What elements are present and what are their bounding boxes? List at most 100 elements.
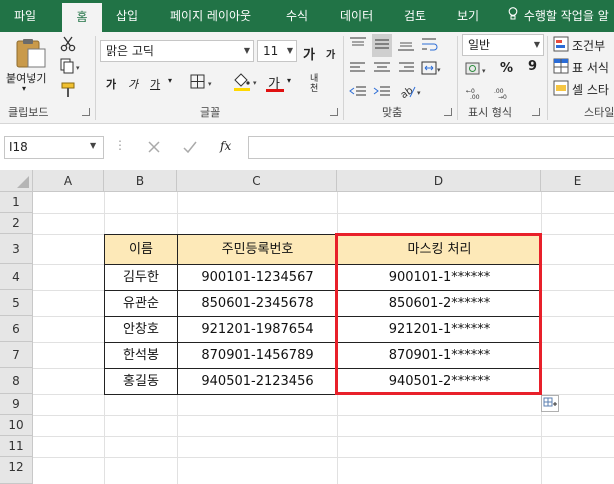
enter-check-icon[interactable] xyxy=(182,139,198,158)
row-header[interactable]: 6 xyxy=(0,316,33,342)
row-header[interactable]: 10 xyxy=(0,415,33,436)
table-cell-rrn[interactable]: 940501-2123456 xyxy=(177,368,338,395)
align-left-icon[interactable] xyxy=(348,60,368,79)
underline-button[interactable]: 가 xyxy=(150,76,160,92)
row-header[interactable]: 3 xyxy=(0,234,33,264)
table-cell-name[interactable]: 홍길동 xyxy=(104,368,178,395)
tell-me-search[interactable]: 수행할 작업을 알 xyxy=(508,0,609,32)
svg-text:ab: ab xyxy=(399,85,416,100)
align-center-icon[interactable] xyxy=(372,60,392,79)
row-header[interactable]: 11 xyxy=(0,436,33,457)
row-header[interactable]: 4 xyxy=(0,264,33,290)
align-bottom-icon[interactable] xyxy=(396,36,416,55)
table-cell-masked[interactable]: 921201-1****** xyxy=(337,316,542,343)
accounting-format-icon[interactable]: ▾ xyxy=(464,60,490,81)
row-header[interactable]: 7 xyxy=(0,342,33,368)
number-launcher-icon[interactable] xyxy=(532,108,540,116)
tab-page-layout[interactable]: 페이지 레이아웃 xyxy=(170,0,251,32)
name-box[interactable]: I18 xyxy=(4,136,104,159)
format-as-table-button[interactable]: 표 서식 xyxy=(572,59,609,76)
table-cell-masked[interactable]: 900101-1****** xyxy=(337,264,542,291)
cut-icon[interactable] xyxy=(60,36,76,55)
table-cell-masked[interactable]: 870901-1****** xyxy=(337,342,542,369)
conditional-format-icon[interactable] xyxy=(553,36,569,55)
font-shrink-button[interactable]: 가 xyxy=(326,46,335,61)
font-grow-button[interactable]: 가 xyxy=(303,44,315,63)
alignment-launcher-icon[interactable] xyxy=(444,108,452,116)
phonetic-button[interactable]: 내천 xyxy=(310,74,326,94)
conditional-format-button[interactable]: 조건부 xyxy=(572,37,605,54)
row-header[interactable]: 5 xyxy=(0,290,33,316)
italic-button[interactable]: 가 xyxy=(128,76,138,92)
font-color-dropdown-icon[interactable]: ▾ xyxy=(287,76,291,85)
copy-icon[interactable]: ▾ xyxy=(60,58,82,77)
format-painter-icon[interactable] xyxy=(60,82,76,101)
cancel-icon[interactable] xyxy=(146,139,162,158)
table-cell-name[interactable]: 김두한 xyxy=(104,264,178,291)
row-header[interactable]: 8 xyxy=(0,368,33,394)
increase-decimal-icon[interactable]: ←0.00 xyxy=(466,86,488,103)
cell-styles-icon[interactable] xyxy=(553,80,569,99)
orientation-icon[interactable]: ab ▾ xyxy=(398,82,424,103)
select-all-corner[interactable] xyxy=(0,170,33,192)
column-header-e[interactable]: E xyxy=(541,170,614,192)
bold-button[interactable]: 가 xyxy=(106,76,116,92)
number-format-select[interactable]: 일반 ▼ xyxy=(462,34,544,56)
table-cell-name[interactable]: 유관순 xyxy=(104,290,178,317)
align-top-icon[interactable] xyxy=(348,36,368,55)
row-header[interactable]: 1 xyxy=(0,192,33,213)
table-cell-rrn[interactable]: 850601-2345678 xyxy=(177,290,338,317)
cell-styles-button[interactable]: 셀 스타 xyxy=(572,81,609,98)
table-cell-rrn[interactable]: 900101-1234567 xyxy=(177,264,338,291)
table-header-rrn[interactable]: 주민등록번호 xyxy=(177,234,338,265)
align-middle-icon[interactable] xyxy=(372,34,392,57)
tab-insert[interactable]: 삽입 xyxy=(116,0,138,32)
tab-view[interactable]: 보기 xyxy=(457,0,479,32)
table-cell-masked[interactable]: 850601-2****** xyxy=(337,290,542,317)
row-header[interactable]: 12 xyxy=(0,457,33,484)
font-name-select[interactable]: 맑은 고딕 ▼ xyxy=(100,40,254,62)
column-header-b[interactable]: B xyxy=(104,170,177,192)
tab-home[interactable]: 홈 xyxy=(62,3,102,32)
clipboard-launcher-icon[interactable] xyxy=(82,108,90,116)
increase-indent-icon[interactable] xyxy=(372,84,392,103)
table-header-masked[interactable]: 마스킹 처리 xyxy=(337,234,542,265)
paste-dropdown-icon[interactable]: ▾ xyxy=(22,84,26,93)
table-header-name[interactable]: 이름 xyxy=(104,234,178,265)
table-cell-name[interactable]: 안창호 xyxy=(104,316,178,343)
column-header-d[interactable]: D xyxy=(337,170,541,192)
table-cell-masked[interactable]: 940501-2****** xyxy=(337,368,542,395)
merge-center-icon[interactable]: ▾ xyxy=(420,60,442,79)
borders-icon[interactable]: ▾ xyxy=(190,74,216,93)
wrap-text-icon[interactable] xyxy=(420,36,440,55)
paste-label[interactable]: 붙여넣기 xyxy=(6,70,46,86)
font-size-select[interactable]: 11 ▼ xyxy=(257,40,297,62)
decrease-decimal-icon[interactable]: .00 →0 xyxy=(494,86,516,103)
table-cell-name[interactable]: 한석봉 xyxy=(104,342,178,369)
formula-input[interactable] xyxy=(248,136,614,159)
paste-icon[interactable] xyxy=(14,38,48,71)
splitter-handle-icon[interactable]: ⋮ xyxy=(114,138,126,152)
worksheet-grid[interactable]: A B C D E 1 2 3 4 5 6 7 8 9 10 11 12 이름 … xyxy=(0,170,614,484)
format-as-table-icon[interactable] xyxy=(553,58,569,77)
tab-formulas[interactable]: 수식 xyxy=(286,0,308,32)
percent-style-button[interactable]: % xyxy=(500,61,513,76)
comma-style-button[interactable]: 9 xyxy=(528,59,537,74)
tab-data[interactable]: 데이터 xyxy=(340,0,373,32)
tab-review[interactable]: 검토 xyxy=(404,0,426,32)
column-header-a[interactable]: A xyxy=(33,170,104,192)
row-header[interactable]: 2 xyxy=(0,213,33,234)
table-cell-rrn[interactable]: 870901-1456789 xyxy=(177,342,338,369)
underline-dropdown-icon[interactable]: ▾ xyxy=(168,76,172,85)
name-box-dropdown-icon[interactable]: ▼ xyxy=(90,141,96,150)
font-launcher-icon[interactable] xyxy=(330,108,338,116)
row-header[interactable]: 9 xyxy=(0,394,33,415)
table-cell-rrn[interactable]: 921201-1987654 xyxy=(177,316,338,343)
column-header-c[interactable]: C xyxy=(177,170,337,192)
align-right-icon[interactable] xyxy=(396,60,416,79)
insert-function-button[interactable]: fx xyxy=(220,139,231,153)
tab-file[interactable]: 파일 xyxy=(14,0,36,32)
fill-color-icon[interactable]: ▾ xyxy=(232,72,260,95)
decrease-indent-icon[interactable] xyxy=(348,84,368,103)
auto-fill-options-icon[interactable] xyxy=(541,395,559,412)
